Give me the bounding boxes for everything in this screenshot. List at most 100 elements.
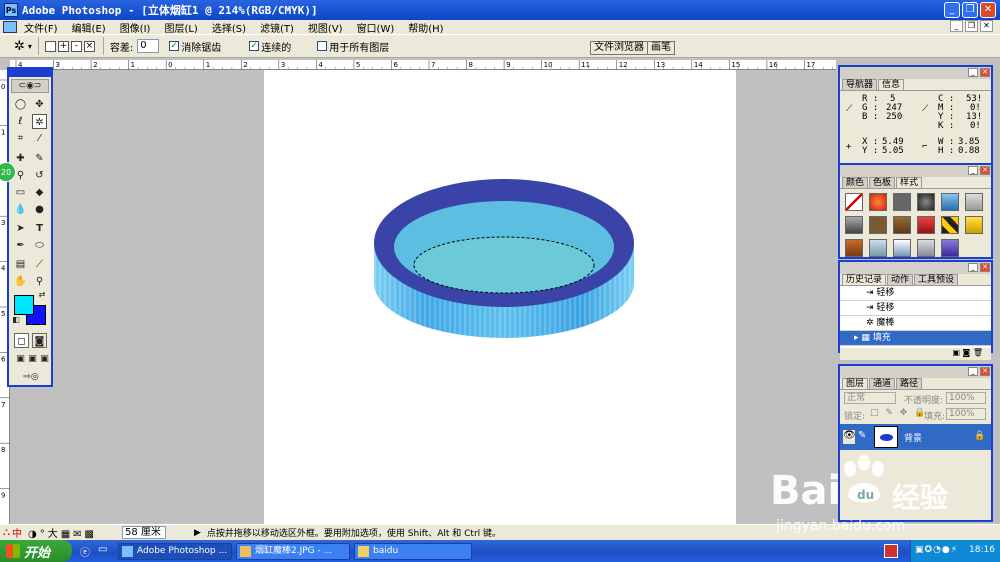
zoom-field[interactable]: 58 厘米 [122,526,166,539]
taskbar-item-photoshop[interactable]: Adobe Photoshop ... [118,543,232,560]
style-swatch[interactable] [845,216,863,234]
doc-restore-button[interactable]: ❐ [965,20,978,32]
style-swatch[interactable] [893,216,911,234]
menu-window[interactable]: 窗口(W) [350,20,402,35]
menu-filter[interactable]: 滤镜(T) [253,20,301,35]
toolbox-titlebar[interactable] [9,69,51,77]
taskbar-item-image[interactable]: 烟缸魔棒2.JPG - ... [236,543,350,560]
menu-file[interactable]: 文件(F) [17,20,65,35]
tab-layers[interactable]: 图层 [842,378,869,389]
ime-bar[interactable]: ⛬ 中 ◑°大▦✉▩ [0,524,118,541]
screen-mode-full-icon[interactable]: ▣ [37,352,52,367]
eye-icon[interactable]: 👁 [843,430,856,444]
style-swatch[interactable] [845,239,863,257]
brush-tool-icon[interactable]: ✎ [32,151,47,166]
doc-close-button[interactable]: ✕ [980,20,993,32]
intersect-selection-icon[interactable]: × [83,40,95,52]
lock-icons[interactable]: □ ✎ ✥ 🔒 [870,408,927,418]
maximize-button[interactable]: ❐ [962,2,978,18]
tab-actions[interactable]: 动作 [887,274,914,285]
layer-row-background[interactable]: 👁 ✎ 背景 🔒 [840,424,991,450]
quick-mask-icon[interactable]: ◙ [32,333,47,348]
shape-tool-icon[interactable]: ⬭ [32,238,47,253]
swap-colors-icon[interactable]: ⇄ [37,290,47,300]
style-swatch[interactable] [893,239,911,257]
tab-swatches[interactable]: 色板 [869,177,896,188]
fill-input[interactable]: 100% [946,408,986,420]
tolerance-input[interactable]: 0 [137,39,160,53]
menu-view[interactable]: 视图(V) [301,20,350,35]
style-swatch[interactable] [917,193,935,211]
style-swatch[interactable] [869,239,887,257]
move-tool-icon[interactable]: ✥ [32,97,47,112]
tray-app-icon[interactable] [884,544,898,558]
menu-select[interactable]: 选择(S) [205,20,253,35]
all-layers-checkbox[interactable] [317,41,328,51]
standard-mode-icon[interactable]: ◻ [14,333,29,348]
style-swatch[interactable] [869,193,887,211]
history-item[interactable]: ⇥ 轻移 [840,286,991,301]
style-swatch[interactable] [917,239,935,257]
taskbar-item-baidu[interactable]: baidu [354,543,472,560]
zoom-tool-icon[interactable]: ⚲ [32,274,47,289]
pen-tool-icon[interactable]: ✒ [13,238,28,253]
new-selection-icon[interactable] [44,40,56,52]
paint-bucket-icon[interactable]: ◆ [32,185,47,200]
subtract-selection-icon[interactable]: - [70,40,82,52]
style-swatch[interactable] [965,193,983,211]
blend-mode-select[interactable]: 正常 [844,392,896,404]
menu-help[interactable]: 帮助(H) [401,20,450,35]
path-select-icon[interactable]: ➤ [13,221,28,236]
style-swatch[interactable] [869,216,887,234]
tab-styles[interactable]: 样式 [896,177,923,188]
status-play-icon[interactable]: ▶ [194,528,201,538]
brushes-tab[interactable]: 画笔 [647,41,675,55]
marquee-tool-icon[interactable]: ◯ [13,97,28,112]
chevron-down-icon[interactable]: ▾ [28,42,32,51]
tab-history[interactable]: 历史记录 [842,274,887,285]
menu-image[interactable]: 图像(I) [113,20,158,35]
blur-tool-icon[interactable]: 💧 [13,202,28,217]
history-item[interactable]: ⇥ 轻移 [840,301,991,316]
style-swatch[interactable] [845,193,863,211]
contiguous-checkbox[interactable]: ✓ [249,41,260,51]
tab-info[interactable]: 信息 [878,79,905,90]
eyedropper-tool-icon[interactable]: ⟋ [32,257,47,272]
imageready-jump-icon[interactable]: ⇨◎ [14,370,48,385]
default-colors-icon[interactable]: ◧ [11,315,21,325]
style-swatch[interactable] [893,193,911,211]
crop-tool-icon[interactable]: ⌗ [13,131,28,146]
desktop-icon[interactable]: ▭ [98,544,107,555]
history-item-active[interactable]: ▸ ▦ 填充 [840,331,991,346]
menu-edit[interactable]: 编辑(E) [65,20,113,35]
history-item[interactable]: ✲ 魔棒 [840,316,991,331]
tab-navigator[interactable]: 导航器 [842,79,878,90]
style-swatch[interactable] [941,239,959,257]
dodge-tool-icon[interactable]: ● [32,202,47,217]
doc-minimize-button[interactable]: _ [950,20,963,32]
hand-tool-icon[interactable]: ✋ [13,274,28,289]
history-brush-icon[interactable]: ↺ [32,168,47,183]
type-tool-icon[interactable]: T [32,221,47,236]
tab-color[interactable]: 颜色 [842,177,869,188]
document-canvas[interactable] [264,70,736,524]
lasso-tool-icon[interactable]: ℓ [13,114,28,129]
minimize-button[interactable]: _ [944,2,960,18]
style-swatch[interactable] [941,193,959,211]
start-button[interactable]: 开始 [0,540,72,562]
notes-tool-icon[interactable]: ▤ [13,257,28,272]
style-swatch[interactable] [917,216,935,234]
healing-brush-icon[interactable]: ✚ [13,151,28,166]
style-swatch[interactable] [965,216,983,234]
tray-icons[interactable]: ▣✪◔●⚡ [915,545,958,555]
tab-channels[interactable]: 通道 [869,378,896,389]
add-selection-icon[interactable]: + [57,40,69,52]
ps-logo-icon[interactable]: ⊂◉⊃ [11,79,49,93]
style-swatch[interactable] [941,216,959,234]
eraser-tool-icon[interactable]: ▭ [13,185,28,200]
file-browser-tab[interactable]: 文件浏览器 [590,41,648,55]
brush-icon[interactable]: ✎ [858,430,866,441]
magic-wand-tool-icon[interactable]: ✲ [32,114,47,129]
menu-layer[interactable]: 图层(L) [157,20,204,35]
tab-paths[interactable]: 路径 [896,378,923,389]
